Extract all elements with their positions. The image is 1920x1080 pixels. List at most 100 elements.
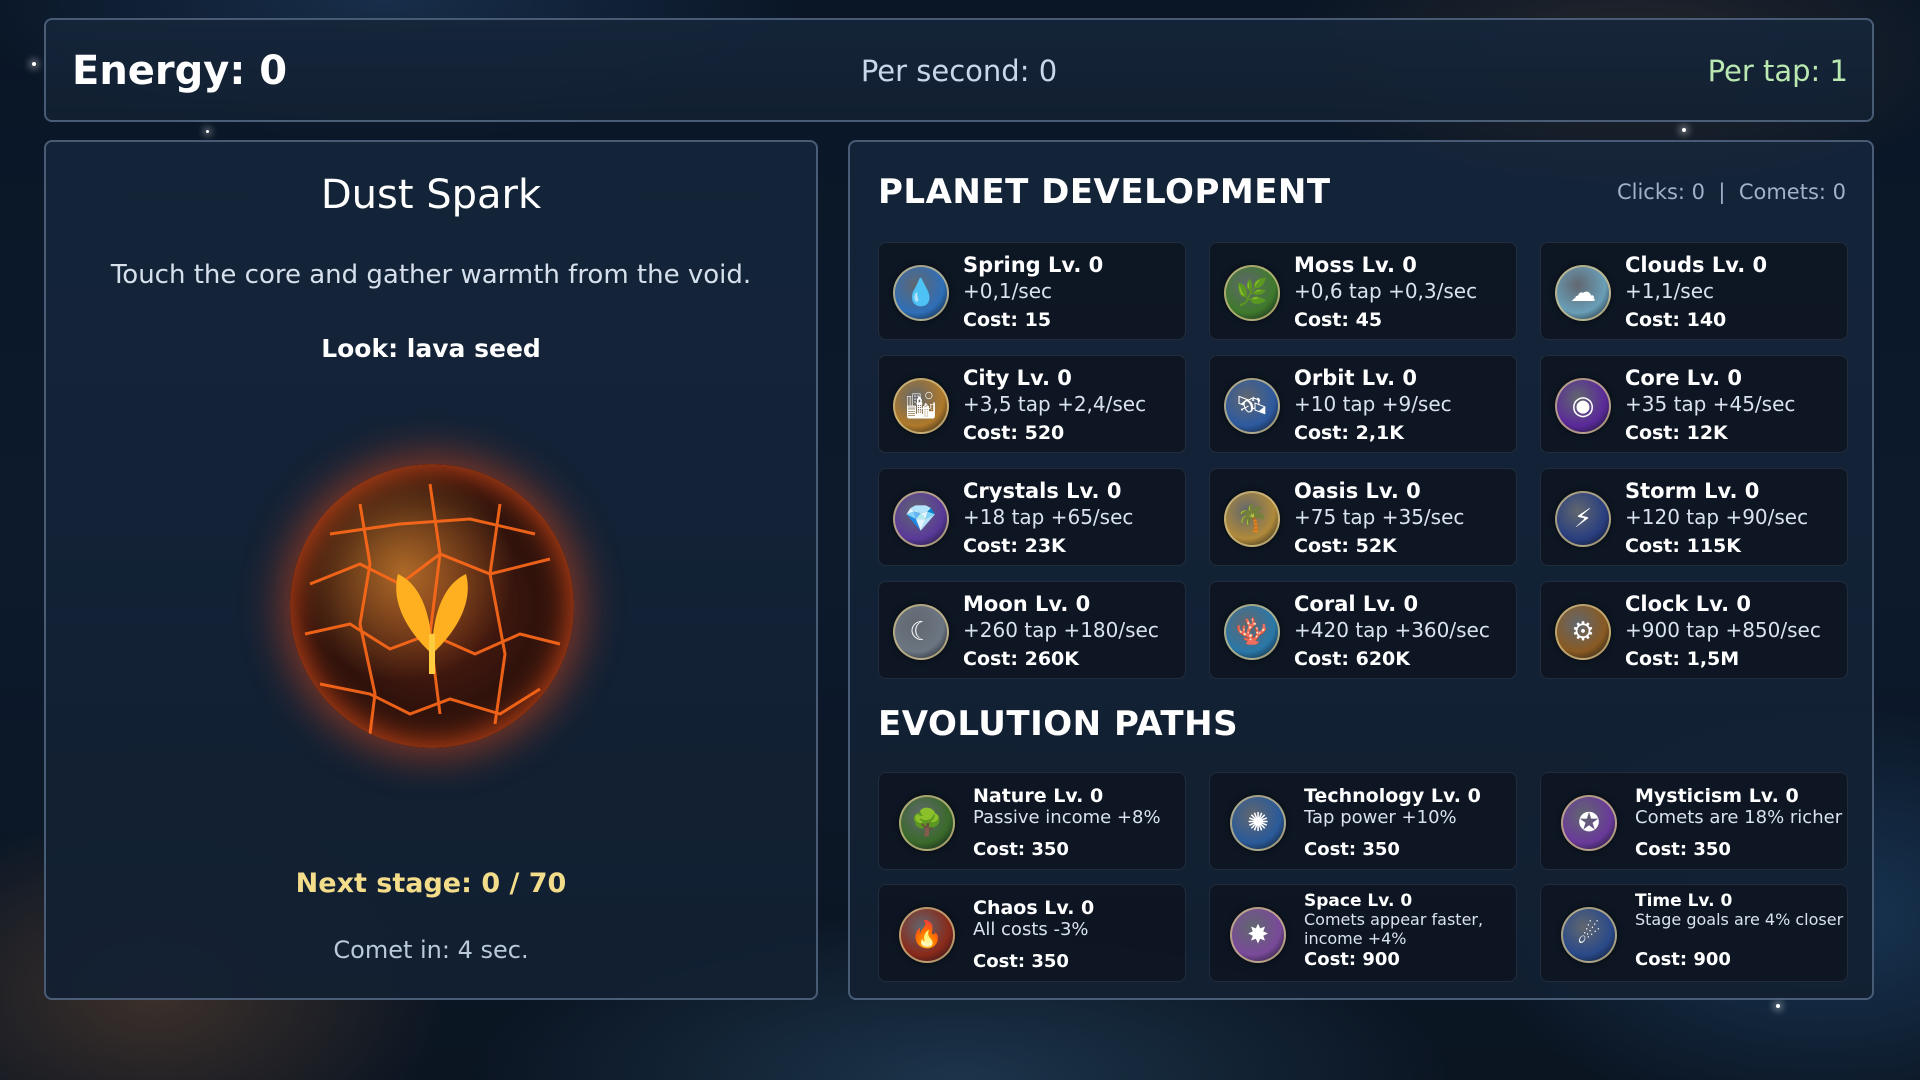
evolution-cost-label: Cost: 350 xyxy=(1304,839,1400,860)
evolution-level-title: Space Lv. 0 xyxy=(1304,891,1413,911)
technology-chip-icon: ✺ xyxy=(1230,795,1286,851)
upgrade-card-clouds[interactable]: ☁ Clouds Lv. 0 +1,1/sec Cost: 140 xyxy=(1540,242,1848,340)
evolution-card-technology[interactable]: ✺ Technology Lv. 0 Tap power +10% Cost: 350 xyxy=(1209,772,1517,870)
upgrade-card-spring[interactable]: 💧 Spring Lv. 0 +0,1/sec Cost: 15 xyxy=(878,242,1186,340)
upgrade-card-oasis[interactable]: 🌴 Oasis Lv. 0 +75 tap +35/sec Cost: 52K xyxy=(1209,468,1517,566)
evolution-cost-label: Cost: 350 xyxy=(973,839,1069,860)
upgrade-level-title: Coral Lv. 0 xyxy=(1294,592,1419,616)
upgrade-card-crystals[interactable]: 💎 Crystals Lv. 0 +18 tap +65/sec Cost: 23K xyxy=(878,468,1186,566)
planet-core-tap-target[interactable] xyxy=(290,464,574,748)
upgrade-level-title: Clouds Lv. 0 xyxy=(1625,253,1768,277)
satellite-icon: 🛰 xyxy=(1224,378,1280,434)
oasis-icon: 🌴 xyxy=(1224,491,1280,547)
upgrade-effect-text: +10 tap +9/sec xyxy=(1294,392,1452,416)
leaf-icon: 🌿 xyxy=(1224,265,1280,321)
per-second-rate: Per second: 0 xyxy=(860,54,1058,88)
next-stage-progress: Next stage: 0 / 70 xyxy=(295,868,567,899)
upgrade-cost-label: Cost: 260K xyxy=(963,648,1079,670)
upgrade-level-title: Crystals Lv. 0 xyxy=(963,479,1122,503)
evolution-effect-text: Tap power +10% xyxy=(1304,807,1457,828)
evolution-card-nature[interactable]: 🌳 Nature Lv. 0 Passive income +8% Cost: 350 xyxy=(878,772,1186,870)
upgrade-level-title: Core Lv. 0 xyxy=(1625,366,1743,390)
upgrade-level-title: Orbit Lv. 0 xyxy=(1294,366,1418,390)
upgrade-level-title: City Lv. 0 xyxy=(963,366,1072,390)
chaos-flame-icon: 🔥 xyxy=(899,907,955,963)
resource-bar: Energy: 0 Per second: 0 Per tap: 1 xyxy=(44,18,1874,122)
evolution-level-title: Technology Lv. 0 xyxy=(1304,785,1481,807)
upgrade-card-moss[interactable]: 🌿 Moss Lv. 0 +0,6 tap +0,3/sec Cost: 45 xyxy=(1209,242,1517,340)
upgrade-effect-text: +420 tap +360/sec xyxy=(1294,618,1490,642)
water-drop-icon: 💧 xyxy=(893,265,949,321)
evolution-effect-text: All costs -3% xyxy=(973,919,1089,940)
upgrade-cost-label: Cost: 1,5M xyxy=(1625,648,1740,670)
planet-look-label: Look: lava seed xyxy=(321,334,541,363)
upgrade-card-coral[interactable]: 🪸 Coral Lv. 0 +420 tap +360/sec Cost: 620K xyxy=(1209,581,1517,679)
evolution-effect-text: Comets appear faster, income +4% xyxy=(1304,910,1484,948)
upgrade-effect-text: +1,1/sec xyxy=(1625,279,1715,303)
planet-stage-name: Dust Spark xyxy=(320,172,542,218)
upgrade-card-clock[interactable]: ⚙ Clock Lv. 0 +900 tap +850/sec Cost: 1,5M xyxy=(1540,581,1848,679)
evolution-paths-title: EVOLUTION PATHS xyxy=(878,704,1239,744)
evolution-card-time[interactable]: ☄ Time Lv. 0 Stage goals are 4% closer Cost… xyxy=(1540,884,1848,982)
star-decoration xyxy=(1682,128,1686,132)
evolution-effect-text: Comets are 18% richer xyxy=(1635,807,1843,828)
upgrade-level-title: Clock Lv. 0 xyxy=(1625,592,1752,616)
cloud-icon: ☁ xyxy=(1555,265,1611,321)
upgrades-panel: PLANET DEVELOPMENT Clicks: 0 | Comets: 0… xyxy=(848,140,1874,1000)
evolution-effect-text: Stage goals are 4% closer xyxy=(1635,910,1844,929)
evolution-cost-label: Cost: 900 xyxy=(1304,949,1400,970)
upgrade-cost-label: Cost: 620K xyxy=(1294,648,1410,670)
nature-tree-icon: 🌳 xyxy=(899,795,955,851)
evolution-card-mysticism[interactable]: ✪ Mysticism Lv. 0 Comets are 18% richer Cos… xyxy=(1540,772,1848,870)
comet-timer: Comet in: 4 sec. xyxy=(333,936,529,964)
upgrade-level-title: Spring Lv. 0 xyxy=(963,253,1104,277)
star-decoration xyxy=(32,62,36,66)
upgrade-effect-text: +18 tap +65/sec xyxy=(963,505,1134,529)
upgrade-effect-text: +3,5 tap +2,4/sec xyxy=(963,392,1147,416)
upgrade-effect-text: +35 tap +45/sec xyxy=(1625,392,1796,416)
upgrade-cost-label: Cost: 12K xyxy=(1625,422,1728,444)
upgrade-effect-text: +75 tap +35/sec xyxy=(1294,505,1465,529)
per-tap-rate: Per tap: 1 xyxy=(1707,54,1848,88)
time-comet-icon: ☄ xyxy=(1561,907,1617,963)
upgrade-card-storm[interactable]: ⚡ Storm Lv. 0 +120 tap +90/sec Cost: 115K xyxy=(1540,468,1848,566)
planet-panel: Dust Spark Touch the core and gather war… xyxy=(44,140,818,1000)
upgrade-cost-label: Cost: 140 xyxy=(1625,309,1727,331)
evolution-cost-label: Cost: 900 xyxy=(1635,949,1731,970)
upgrade-cost-label: Cost: 23K xyxy=(963,535,1066,557)
upgrade-cost-label: Cost: 2,1K xyxy=(1294,422,1404,444)
upgrade-cost-label: Cost: 52K xyxy=(1294,535,1397,557)
upgrade-card-orbit[interactable]: 🛰 Orbit Lv. 0 +10 tap +9/sec Cost: 2,1K xyxy=(1209,355,1517,453)
upgrade-effect-text: +900 tap +850/sec xyxy=(1625,618,1821,642)
city-icon: 🏙 xyxy=(893,378,949,434)
clicks-comets-stats: Clicks: 0 | Comets: 0 xyxy=(1616,180,1846,204)
moon-icon: ☾ xyxy=(893,604,949,660)
upgrade-cost-label: Cost: 520 xyxy=(963,422,1065,444)
planet-development-title: PLANET DEVELOPMENT xyxy=(878,172,1331,212)
upgrade-card-city[interactable]: 🏙 City Lv. 0 +3,5 tap +2,4/sec Cost: 520 xyxy=(878,355,1186,453)
star-decoration xyxy=(1776,1004,1780,1008)
upgrade-level-title: Oasis Lv. 0 xyxy=(1294,479,1421,503)
evolution-level-title: Mysticism Lv. 0 xyxy=(1635,785,1799,807)
evolution-level-title: Nature Lv. 0 xyxy=(973,785,1104,807)
evolution-level-title: Chaos Lv. 0 xyxy=(973,897,1095,919)
evolution-cost-label: Cost: 350 xyxy=(973,951,1069,972)
upgrade-cost-label: Cost: 45 xyxy=(1294,309,1383,331)
upgrade-card-core[interactable]: ◉ Core Lv. 0 +35 tap +45/sec Cost: 12K xyxy=(1540,355,1848,453)
evolution-effect-text: Passive income +8% xyxy=(973,807,1161,828)
lava-seed-icon xyxy=(304,483,561,735)
upgrade-effect-text: +0,1/sec xyxy=(963,279,1053,303)
evolution-card-chaos[interactable]: 🔥 Chaos Lv. 0 All costs -3% Cost: 350 xyxy=(878,884,1186,982)
upgrade-effect-text: +120 tap +90/sec xyxy=(1625,505,1809,529)
mysticism-eye-icon: ✪ xyxy=(1561,795,1617,851)
star-decoration xyxy=(206,130,209,133)
upgrade-cost-label: Cost: 115K xyxy=(1625,535,1741,557)
evolution-level-title: Time Lv. 0 xyxy=(1635,891,1733,911)
evolution-card-space[interactable]: ✸ Space Lv. 0 Comets appear faster, income… xyxy=(1209,884,1517,982)
crystal-icon: 💎 xyxy=(893,491,949,547)
upgrade-level-title: Moon Lv. 0 xyxy=(963,592,1091,616)
upgrade-card-moon[interactable]: ☾ Moon Lv. 0 +260 tap +180/sec Cost: 260K xyxy=(878,581,1186,679)
space-galaxy-icon: ✸ xyxy=(1230,907,1286,963)
coral-icon: 🪸 xyxy=(1224,604,1280,660)
storm-icon: ⚡ xyxy=(1555,491,1611,547)
